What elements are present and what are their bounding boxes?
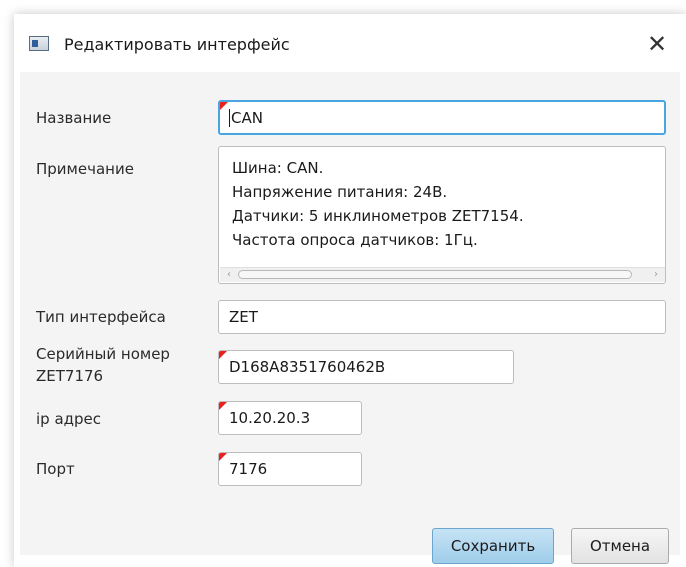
- dialog-content: Название CAN Примечание Шина: CAN. Напря…: [20, 72, 680, 564]
- note-text: Шина: CAN. Напряжение питания: 24В. Датч…: [232, 156, 524, 252]
- serial-number-value: D168A8351760462B: [229, 358, 386, 376]
- note-line: Частота опроса датчиков: 1Гц.: [232, 231, 478, 249]
- dialog-titlebar: Редактировать интерфейс ✕: [14, 14, 686, 72]
- scrollbar-thumb[interactable]: [238, 270, 632, 279]
- interface-type-value: ZET: [229, 308, 258, 326]
- edit-interface-dialog: Редактировать интерфейс ✕ Название CAN П…: [14, 14, 686, 567]
- ip-address-value: 10.20.20.3: [229, 409, 311, 427]
- required-marker: [219, 453, 227, 461]
- name-input[interactable]: CAN: [218, 100, 666, 135]
- required-marker: [219, 402, 227, 410]
- note-textarea[interactable]: Шина: CAN. Напряжение питания: 24В. Датч…: [218, 146, 666, 284]
- ip-address-input[interactable]: 10.20.20.3: [218, 401, 362, 435]
- serial-number-input[interactable]: D168A8351760462B: [218, 350, 514, 384]
- save-button[interactable]: Сохранить: [432, 528, 554, 564]
- close-icon[interactable]: ✕: [640, 29, 674, 59]
- interface-type-input[interactable]: ZET: [218, 300, 666, 334]
- note-line: Напряжение питания: 24В.: [232, 183, 448, 201]
- dialog-title: Редактировать интерфейс: [64, 35, 290, 54]
- required-marker: [220, 102, 228, 110]
- port-input[interactable]: 7176: [218, 452, 362, 486]
- scroll-right-icon[interactable]: ›: [649, 268, 663, 282]
- port-value: 7176: [229, 460, 268, 478]
- note-label: Примечание: [36, 160, 134, 178]
- cancel-button[interactable]: Отмена: [571, 528, 669, 564]
- interface-type-label: Тип интерфейса: [36, 308, 166, 326]
- ip-label: ip адрес: [36, 410, 102, 428]
- serial-label-line1: Серийный номер: [36, 345, 170, 363]
- port-label: Порт: [36, 460, 75, 478]
- horizontal-scrollbar[interactable]: ‹ ›: [220, 267, 665, 282]
- scroll-left-icon[interactable]: ‹: [222, 268, 236, 282]
- name-label: Название: [36, 109, 112, 127]
- serial-label-line2: ZET7176: [36, 367, 104, 385]
- note-line: Датчики: 5 инклинометров ZET7154.: [232, 207, 524, 225]
- note-line: Шина: CAN.: [232, 159, 324, 177]
- window-icon: [29, 36, 49, 51]
- name-input-value: CAN: [231, 108, 263, 127]
- text-caret: [229, 108, 230, 127]
- required-marker: [219, 351, 227, 359]
